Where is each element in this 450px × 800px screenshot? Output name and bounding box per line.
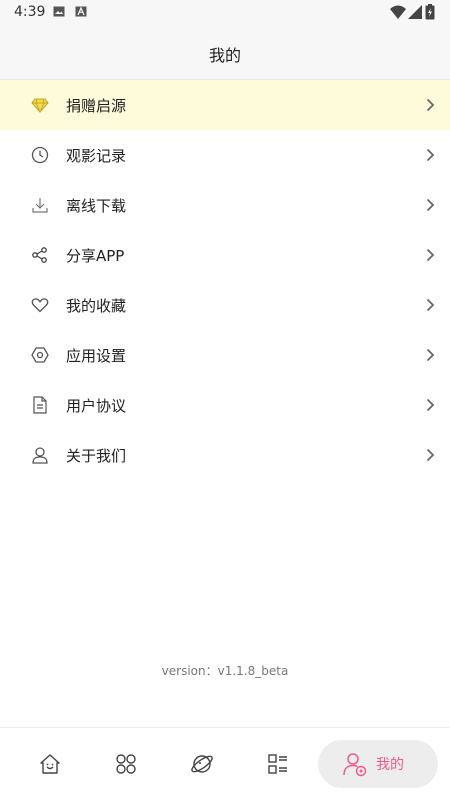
menu-item-favorites[interactable]: 我的收藏 xyxy=(0,280,450,330)
chevron-right-icon xyxy=(426,98,435,112)
menu-item-label: 分享APP xyxy=(66,247,125,265)
chevron-right-icon xyxy=(426,448,435,462)
bottom-nav: 我的 xyxy=(0,728,450,800)
menu-item-share-app[interactable]: 分享APP xyxy=(0,230,450,280)
nav-discover[interactable] xyxy=(178,740,226,788)
menu-item-donate[interactable]: 捐赠启源 xyxy=(0,80,450,130)
document-icon xyxy=(33,396,47,414)
settings-icon xyxy=(31,347,49,363)
menu-item-about-us[interactable]: 关于我们 xyxy=(0,430,450,480)
nav-list[interactable] xyxy=(254,740,302,788)
download-icon xyxy=(32,198,48,213)
menu-item-label: 观影记录 xyxy=(66,147,127,165)
chevron-right-icon xyxy=(426,298,435,312)
menu-item-label: 离线下载 xyxy=(66,197,127,215)
chevron-right-icon xyxy=(426,198,435,212)
heart-icon xyxy=(31,298,49,313)
battery-charging-icon xyxy=(425,4,435,20)
status-time: 4:39 xyxy=(14,4,46,20)
nav-profile-label: 我的 xyxy=(376,757,404,773)
menu-item-label: 捐赠启源 xyxy=(66,97,127,115)
wifi-icon xyxy=(390,5,406,19)
list-icon xyxy=(268,754,287,774)
page-title: 我的 xyxy=(208,46,241,65)
image-icon xyxy=(53,6,65,17)
top-header: 我的 xyxy=(0,26,450,80)
category-icon xyxy=(116,754,136,774)
menu-item-label: 用户协议 xyxy=(66,397,127,415)
signal-icon xyxy=(408,5,422,19)
status-bar: 4:39 xyxy=(0,0,450,26)
menu-item-label: 关于我们 xyxy=(66,447,127,465)
menu-item-watch-history[interactable]: 观影记录 xyxy=(0,130,450,180)
menu-item-offline-download[interactable]: 离线下载 xyxy=(0,180,450,230)
chevron-right-icon xyxy=(426,348,435,362)
share-icon xyxy=(32,247,47,263)
nav-profile[interactable]: 我的 xyxy=(318,740,438,788)
menu-item-app-settings[interactable]: 应用设置 xyxy=(0,330,450,380)
chevron-right-icon xyxy=(426,248,435,262)
version-text: version：v1.1.8_beta xyxy=(161,664,289,678)
chevron-right-icon xyxy=(426,398,435,412)
menu-item-user-agreement[interactable]: 用户协议 xyxy=(0,380,450,430)
nav-home[interactable] xyxy=(26,740,74,788)
text-a-icon xyxy=(75,6,87,17)
menu-item-label: 应用设置 xyxy=(66,347,127,365)
profile-icon xyxy=(343,753,367,777)
menu-item-label: 我的收藏 xyxy=(66,297,127,315)
nav-category[interactable] xyxy=(102,740,150,788)
clock-icon xyxy=(31,146,49,164)
user-icon xyxy=(32,447,48,464)
planet-icon xyxy=(191,755,213,773)
chevron-right-icon xyxy=(426,148,435,162)
home-icon xyxy=(40,754,60,774)
menu-list: 捐赠启源 观影记录 离线下载 分享APP 我的收藏 应用设置 用户协议 关于我们 xyxy=(0,80,450,480)
diamond-icon xyxy=(31,98,49,114)
